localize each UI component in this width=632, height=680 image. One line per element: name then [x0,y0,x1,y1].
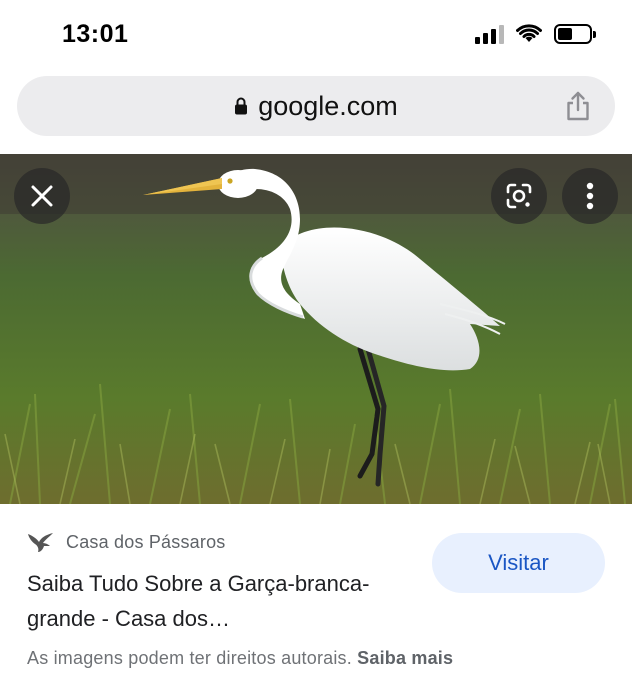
cellular-signal-icon [475,24,504,44]
visit-button[interactable]: Visitar [432,533,605,593]
address-bar[interactable]: google.com [17,76,615,136]
wifi-icon [516,24,542,42]
copyright-text: As imagens podem ter direitos autorais. [27,648,352,668]
url-text: google.com [258,90,398,121]
close-icon [31,185,53,207]
close-button[interactable] [14,168,70,224]
lens-search-button[interactable] [491,168,547,224]
lens-icon [506,183,532,209]
copyright-notice: As imagens podem ter direitos autorais. … [27,648,453,669]
bird-logo-icon [28,533,53,552]
more-vert-icon [586,182,594,210]
share-icon[interactable] [563,90,593,122]
source-name: Casa dos Pássaros [66,531,226,552]
battery-icon [554,24,596,44]
image-viewer[interactable] [0,154,632,504]
learn-more-link[interactable]: Saiba mais [357,648,453,668]
url-display[interactable]: google.com [17,76,615,136]
status-icons [475,24,596,44]
result-source[interactable]: Casa dos Pássaros [27,531,225,553]
status-bar: 13:01 [0,0,632,70]
more-options-button[interactable] [562,168,618,224]
result-title-link[interactable]: Saiba Tudo Sobre a Garça-branca-grande -… [27,566,407,636]
lock-icon [235,97,248,115]
status-time: 13:01 [62,20,129,48]
